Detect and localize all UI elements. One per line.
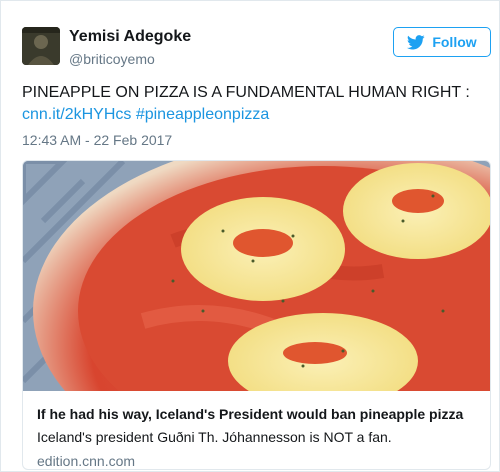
card-description: Iceland's president Guðni Th. Jóhannesso… bbox=[37, 429, 392, 445]
avatar-image bbox=[22, 27, 60, 65]
tweet-text: PINEAPPLE ON PIZZA IS A FUNDAMENTAL HUMA… bbox=[22, 82, 492, 126]
tweet-card: Yemisi Adegoke @briticoyemo Follow PINEA… bbox=[0, 0, 500, 472]
card-title[interactable]: If he had his way, Iceland's President w… bbox=[37, 406, 482, 422]
tweet-hashtag[interactable]: #pineappleonpizza bbox=[136, 106, 269, 123]
tweet-body: PINEAPPLE ON PIZZA IS A FUNDAMENTAL HUMA… bbox=[22, 84, 470, 101]
tweet-timestamp[interactable]: 12:43 AM - 22 Feb 2017 bbox=[22, 132, 172, 148]
author-avatar[interactable] bbox=[22, 27, 60, 65]
twitter-bird-icon bbox=[407, 34, 426, 49]
author-handle[interactable]: @briticoyemo bbox=[69, 51, 155, 67]
author-name[interactable]: Yemisi Adegoke bbox=[69, 28, 191, 46]
follow-label: Follow bbox=[432, 34, 477, 50]
link-preview-card[interactable]: If he had his way, Iceland's President w… bbox=[22, 160, 491, 470]
tweet-link[interactable]: cnn.it/2kHYHcs bbox=[22, 106, 131, 123]
follow-button[interactable]: Follow bbox=[393, 27, 491, 57]
pizza-image bbox=[23, 161, 490, 391]
card-domain: edition.cnn.com bbox=[37, 453, 136, 469]
